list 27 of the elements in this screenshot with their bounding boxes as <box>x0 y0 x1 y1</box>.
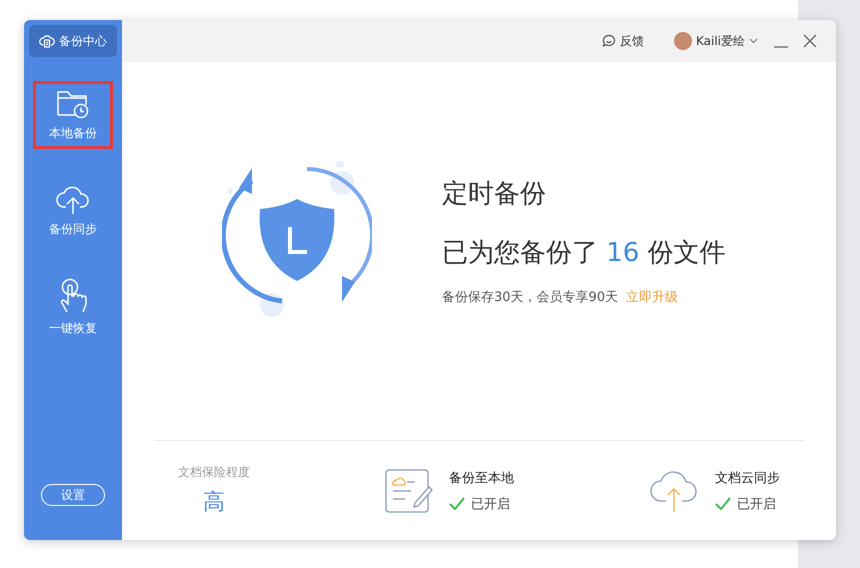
chat-bubble-icon <box>602 34 616 48</box>
hero-title: 定时备份 <box>442 178 547 211</box>
user-menu[interactable]: Kaili爱绘 <box>668 31 764 51</box>
feedback-button[interactable]: 反馈 <box>596 32 650 50</box>
cloud-document-icon <box>39 33 55 49</box>
sidebar-item[interactable]: 本地备份 <box>33 81 113 149</box>
minimize-icon <box>774 46 788 48</box>
feature-title: 文档云同步 <box>715 470 780 486</box>
upgrade-link[interactable]: 立即升级 <box>626 288 678 306</box>
avatar <box>674 32 692 50</box>
sidebar-item[interactable]: 备份同步 <box>33 177 113 245</box>
sidebar-item[interactable]: 一键恢复 <box>33 273 113 341</box>
backup-count-text: 已为您备份了 16 份文件 <box>442 237 726 270</box>
feature-state: 已开启 <box>737 496 776 512</box>
protection-label: 文档保险程度 <box>178 464 250 481</box>
settings-button[interactable]: 设置 <box>41 484 105 506</box>
feature-state: 已开启 <box>471 496 510 512</box>
close-icon <box>802 33 818 49</box>
backup-center-button[interactable]: 备份中心 <box>29 25 117 57</box>
folder-clock-icon <box>56 88 90 118</box>
cloud-upload-icon <box>55 184 91 214</box>
cloud-upload-icon <box>649 468 699 512</box>
chevron-down-icon <box>749 38 758 44</box>
retention-note: 备份保存30天，会员专享90天 <box>442 289 618 306</box>
feature-title: 备份至本地 <box>449 470 514 486</box>
protection-level: 高 <box>203 489 225 517</box>
note-pencil-icon <box>385 468 433 512</box>
